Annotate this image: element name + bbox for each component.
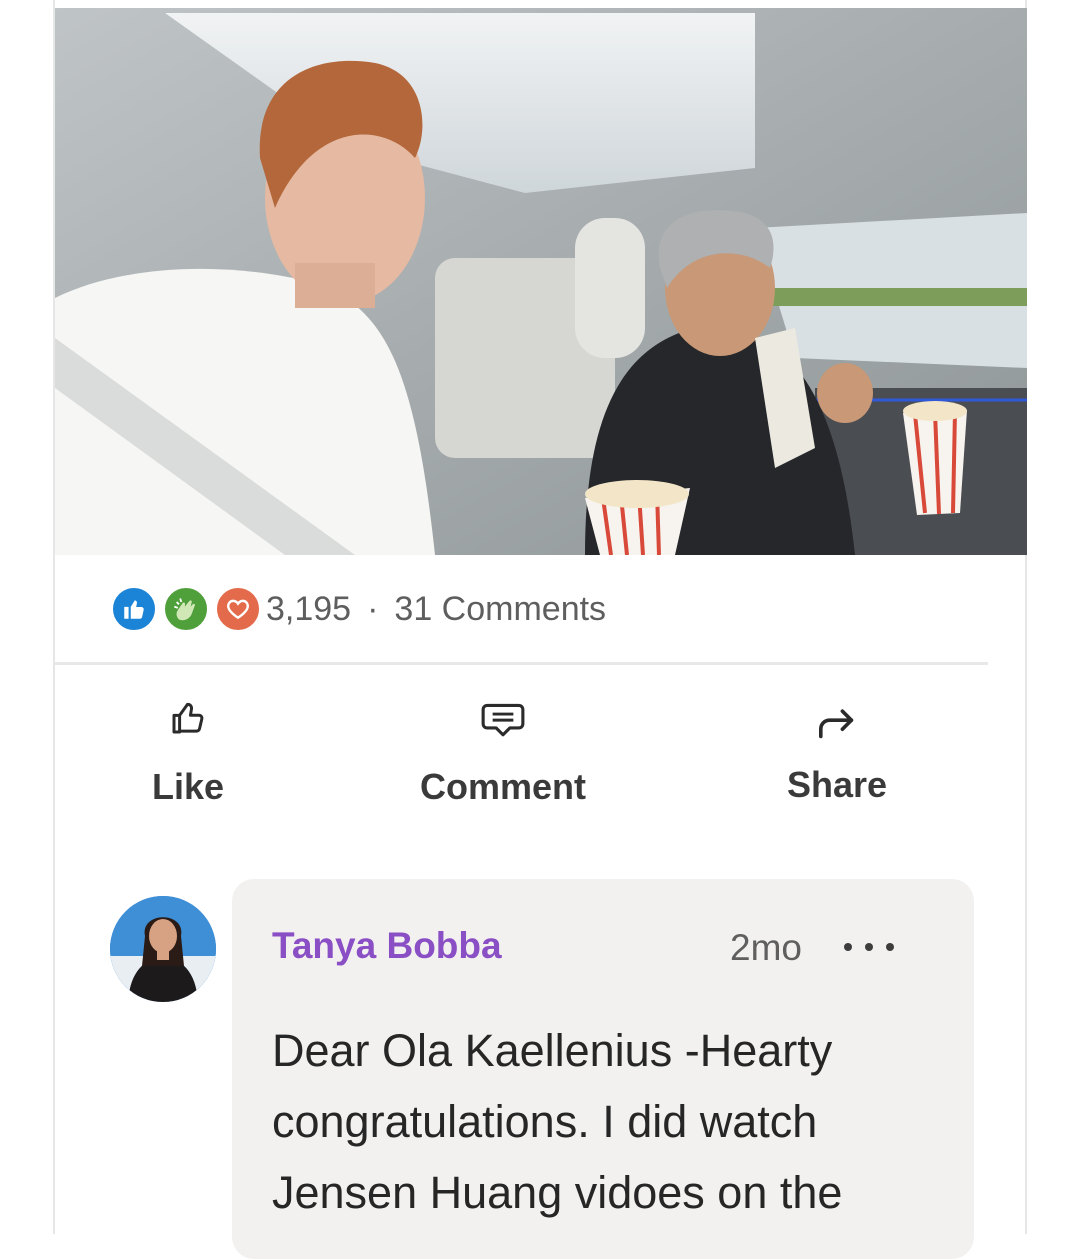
love-heart-icon — [214, 585, 262, 633]
separator-dot: · — [367, 589, 379, 628]
comment-timestamp: 2mo — [730, 927, 802, 968]
post-image[interactable] — [55, 8, 1027, 555]
comments-count-link[interactable]: 31 Comments — [394, 590, 606, 629]
comment-bubble-icon — [480, 690, 526, 740]
like-label: Like — [151, 766, 225, 807]
post-action-bar: Like Comment Share — [55, 690, 1027, 820]
share-label: Share — [786, 764, 888, 805]
comment-author-name[interactable]: Tanya Bobba — [272, 925, 502, 967]
share-arrow-icon — [815, 690, 859, 740]
commenter-avatar[interactable] — [110, 896, 216, 1002]
social-counts-bar[interactable]: 3,195 · 31 Comments — [110, 585, 606, 633]
celebrate-clap-icon — [162, 585, 210, 633]
avatar-photo — [110, 896, 216, 1002]
share-button[interactable]: Share — [727, 690, 947, 810]
reaction-summary: 3,195 · 31 Comments — [266, 590, 606, 629]
more-options-icon[interactable] — [844, 927, 894, 967]
post-card: 3,195 · 31 Comments Like Comment Share T… — [53, 0, 1027, 1259]
comment-bubble: Tanya Bobba 2mo Dear Ola Kaellenius -Hea… — [232, 879, 974, 1259]
comment-label: Comment — [419, 766, 586, 807]
like-reaction-icon — [110, 585, 158, 633]
comment-text: Dear Ola Kaellenius -Hearty congratulati… — [272, 1025, 843, 1218]
like-button[interactable]: Like — [78, 690, 298, 810]
thumbs-up-icon — [167, 690, 209, 740]
comment-button[interactable]: Comment — [393, 690, 613, 810]
car-interior-photo — [55, 8, 1027, 555]
reaction-icons[interactable] — [110, 585, 270, 633]
divider — [55, 662, 988, 665]
reaction-count[interactable]: 3,195 — [266, 590, 351, 629]
